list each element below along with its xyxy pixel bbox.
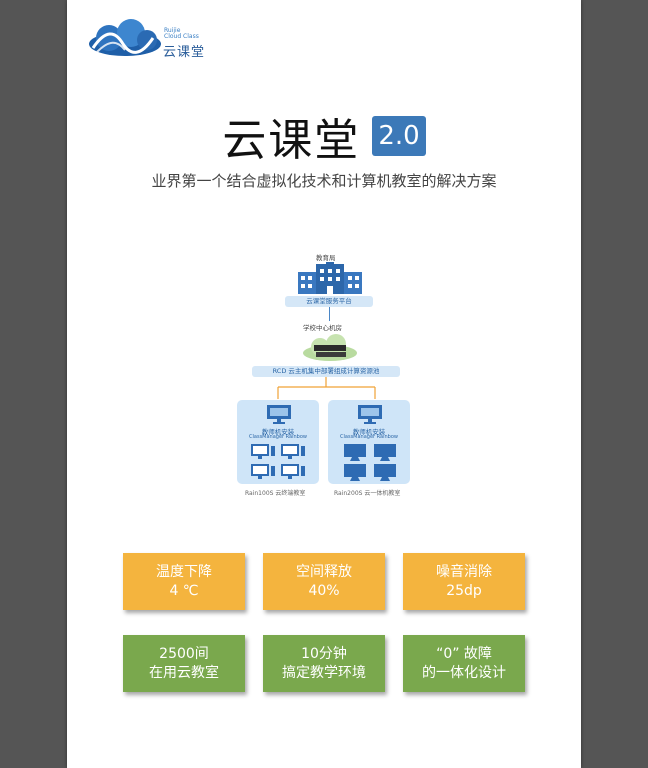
right-panel-subtitle: ClassManager Rainbow xyxy=(340,434,398,440)
ruijie-cloud-class-logo: Ruijie Cloud Class 云课堂 xyxy=(87,18,237,62)
teacher-monitor-icon xyxy=(267,405,291,424)
card-line1: 空间释放 xyxy=(296,564,352,580)
card-line2: 的一体化设计 xyxy=(422,665,506,681)
logo-chinese-text: 云课堂 xyxy=(163,45,206,60)
card-line1: 2500间 xyxy=(159,646,209,662)
connector-line xyxy=(329,307,330,321)
terminal-grid-icon xyxy=(251,444,305,479)
card-line2: 搞定教学环境 xyxy=(282,665,366,681)
platform-label: 云课堂服务平台 xyxy=(285,296,373,307)
teacher-monitor-icon xyxy=(358,405,382,424)
edu-bureau-label: 教育局 xyxy=(316,254,336,262)
card-temperature: 温度下降 4 ℃ xyxy=(123,553,245,610)
card-line1: 温度下降 xyxy=(156,564,212,580)
card-line1: 10分钟 xyxy=(301,646,347,662)
all-in-one-grid-icon xyxy=(344,444,396,481)
architecture-diagram: 教育局 云课堂服务平台 学校中心机房 RCD 云主机集中部署组成计算资源池 教师… xyxy=(237,250,415,500)
card-setup-time: 10分钟 搞定教学环境 xyxy=(263,635,385,692)
card-line1: 噪音消除 xyxy=(436,564,492,580)
left-panel-caption: Rain100S 云终端教室 xyxy=(245,490,306,497)
card-line2: 25dp xyxy=(446,583,482,599)
title-row: 云课堂 2.0 xyxy=(67,104,581,168)
card-line2: 40% xyxy=(308,583,340,599)
card-space: 空间释放 40% xyxy=(263,553,385,610)
page-subtitle: 业界第一个结合虚拟化技术和计算机教室的解决方案 xyxy=(151,172,497,190)
version-badge: 2.0 xyxy=(372,116,426,156)
left-classroom-panel: 教师机安装 ClassManager Rainbow xyxy=(237,400,319,484)
building-icon xyxy=(298,262,362,294)
right-panel-caption: Rain200S 云一体机教室 xyxy=(334,490,401,497)
school-room-label: 学校中心机房 xyxy=(303,324,342,332)
server-cloud-icon xyxy=(303,334,357,361)
card-line2: 4 ℃ xyxy=(169,583,199,599)
left-panel-subtitle: ClassManager Rainbow xyxy=(249,434,307,440)
document-page: Ruijie Cloud Class 云课堂 云课堂 2.0 业界第一个结合虚拟化… xyxy=(67,0,581,768)
cloud-logo-icon xyxy=(89,19,161,56)
card-zero-fault: “0” 故障 的一体化设计 xyxy=(403,635,525,692)
logo-english-line2: Cloud Class xyxy=(164,33,199,40)
right-classroom-panel: 教师机安装 ClassManager Rainbow xyxy=(328,400,410,484)
card-noise: 噪音消除 25dp xyxy=(403,553,525,610)
page-title: 云课堂 xyxy=(222,115,361,166)
card-line2: 在用云教室 xyxy=(149,665,219,681)
branch-connector xyxy=(277,377,376,399)
card-classrooms: 2500间 在用云教室 xyxy=(123,635,245,692)
card-line1: “0” 故障 xyxy=(436,646,492,662)
rcd-label: RCD 云主机集中部署组成计算资源池 xyxy=(252,366,400,377)
